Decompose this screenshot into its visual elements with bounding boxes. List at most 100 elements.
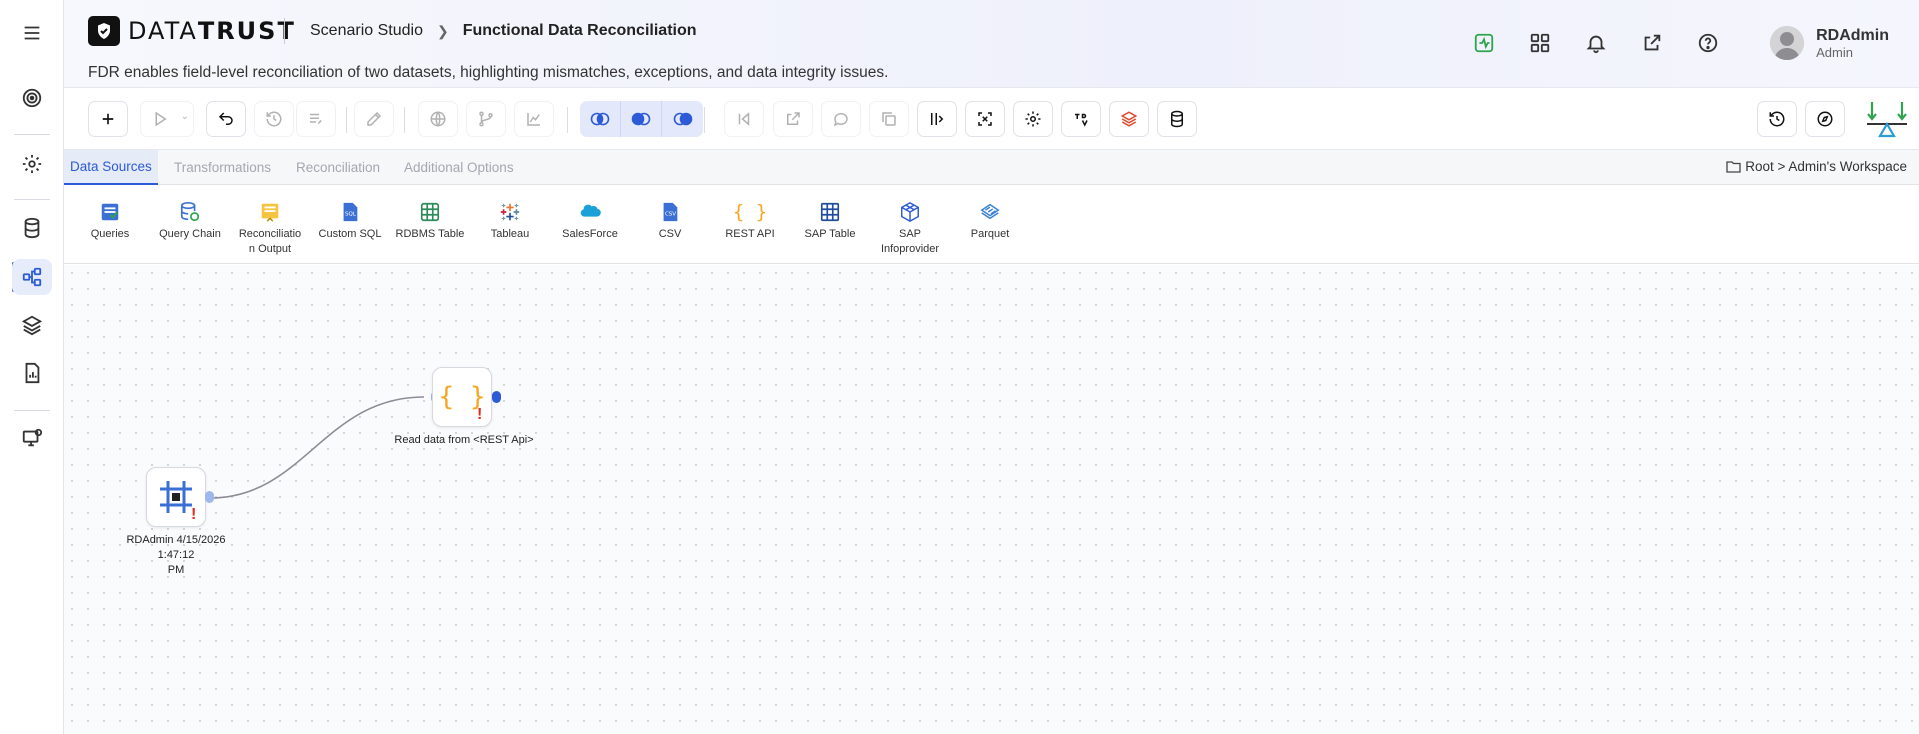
- source-custom-sql[interactable]: SQL Custom SQL: [310, 200, 390, 242]
- avatar: [1770, 26, 1805, 60]
- connector-edge: [209, 396, 425, 499]
- output-port[interactable]: [205, 491, 214, 503]
- folder-icon: [1726, 161, 1741, 173]
- tab-additional-options[interactable]: Additional Options: [398, 150, 520, 185]
- health-icon[interactable]: [1471, 30, 1497, 56]
- header-actions: [1471, 30, 1721, 56]
- tab-reconciliation[interactable]: Reconciliation: [290, 150, 386, 185]
- bell-icon[interactable]: [1583, 30, 1609, 56]
- node-label: RDAdmin 4/15/2026 1:47:12 PM: [126, 534, 226, 576]
- help-icon[interactable]: [1695, 30, 1721, 56]
- left-rail: [0, 0, 64, 734]
- workspace-breadcrumb[interactable]: Root > Admin's Workspace: [1726, 159, 1907, 174]
- rest-api-node[interactable]: { } !: [432, 367, 492, 427]
- report-icon[interactable]: [12, 355, 52, 391]
- source-sap-infoprovider[interactable]: SAP Infoprovider: [870, 200, 950, 257]
- workspace-path: Root > Admin's Workspace: [1745, 159, 1907, 174]
- salesforce-icon: [550, 200, 630, 224]
- format-button[interactable]: [1061, 101, 1101, 137]
- tableau-icon: [470, 200, 550, 224]
- sap-infoprovider-icon: [870, 200, 950, 224]
- source-tableau[interactable]: Tableau: [470, 200, 550, 242]
- queries-icon: [70, 200, 150, 224]
- warning-icon: !: [191, 506, 197, 523]
- history-button[interactable]: [254, 101, 294, 137]
- branch-button[interactable]: [466, 101, 506, 137]
- edit-button[interactable]: [354, 101, 394, 137]
- add-button[interactable]: [88, 101, 128, 137]
- source-rdbms-table[interactable]: RDBMS Table: [390, 200, 470, 242]
- node-label: Read data from <REST Api>: [394, 434, 534, 446]
- svg-text:SQL: SQL: [345, 212, 357, 218]
- shield-icon: [88, 16, 120, 46]
- brand-logo[interactable]: DATATRUST: [88, 16, 296, 46]
- list-edit-button[interactable]: [296, 101, 336, 137]
- layers-stack-button[interactable]: [1109, 101, 1149, 137]
- menu-icon[interactable]: [12, 15, 52, 51]
- balance-icon[interactable]: [1864, 98, 1910, 140]
- undo-button[interactable]: [206, 101, 246, 137]
- inner-join-icon[interactable]: [580, 101, 621, 137]
- brand-name: DATATRUST: [128, 17, 296, 45]
- split-button[interactable]: [917, 101, 957, 137]
- grid-node[interactable]: !: [146, 467, 206, 527]
- source-csv[interactable]: CSV CSV: [630, 200, 710, 242]
- source-sap-table[interactable]: SAP Table: [790, 200, 870, 242]
- restore-button[interactable]: [1757, 101, 1797, 137]
- sap-table-icon: [790, 200, 870, 224]
- source-salesforce[interactable]: SalesForce: [550, 200, 630, 242]
- skip-back-button[interactable]: [724, 101, 764, 137]
- copy-button[interactable]: [869, 101, 909, 137]
- export-button[interactable]: [773, 101, 813, 137]
- run-button[interactable]: ⌄: [140, 101, 194, 137]
- toolbar: ⌄: [64, 88, 1919, 150]
- tab-bar: Data Sources Transformations Reconciliat…: [64, 150, 1919, 185]
- right-join-icon[interactable]: [662, 101, 703, 137]
- chart-button[interactable]: [514, 101, 554, 137]
- target-icon[interactable]: [12, 80, 52, 116]
- grid-node-icon: [160, 481, 192, 513]
- breadcrumb-parent[interactable]: Scenario Studio: [310, 22, 423, 40]
- page-title: Functional Data Reconciliation: [462, 22, 697, 39]
- layers-icon[interactable]: [12, 307, 52, 343]
- scan-button[interactable]: [965, 101, 1005, 137]
- globe-button[interactable]: [418, 101, 458, 137]
- user-menu[interactable]: RDAdmin Admin: [1770, 26, 1889, 60]
- source-rest-api[interactable]: { } REST API: [710, 200, 790, 242]
- page-description: FDR enables field-level reconciliation o…: [88, 64, 889, 81]
- chevron-right-icon: ❯: [436, 22, 449, 39]
- workflow-icon[interactable]: [12, 259, 52, 295]
- rdbms-table-icon: [390, 200, 470, 224]
- external-link-icon[interactable]: [1639, 30, 1665, 56]
- compass-button[interactable]: [1805, 101, 1845, 137]
- database-icon[interactable]: [12, 210, 52, 246]
- warning-icon: !: [477, 406, 483, 423]
- parquet-icon: [950, 200, 1030, 224]
- user-name: RDAdmin: [1816, 26, 1889, 44]
- source-reconciliation-output[interactable]: Reconciliatio n Output: [230, 200, 310, 257]
- datastore-button[interactable]: [1157, 101, 1197, 137]
- join-type-group: [580, 101, 703, 137]
- output-port[interactable]: [492, 391, 501, 403]
- source-queries[interactable]: Queries: [70, 200, 150, 242]
- svg-text:CSV: CSV: [665, 212, 676, 218]
- csv-icon: CSV: [630, 200, 710, 224]
- comment-button[interactable]: [821, 101, 861, 137]
- workflow-canvas[interactable]: { } ! Read data from <REST Api> ! RDAdmi…: [64, 265, 1919, 734]
- header: DATATRUST Scenario Studio ❯ Functional D…: [64, 0, 1919, 88]
- left-join-icon[interactable]: [621, 101, 662, 137]
- source-query-chain[interactable]: Query Chain: [150, 200, 230, 242]
- apps-grid-icon[interactable]: [1527, 30, 1553, 56]
- tab-transformations[interactable]: Transformations: [168, 150, 277, 185]
- chevron-down-icon: ⌄: [180, 111, 189, 122]
- config-button[interactable]: [1013, 101, 1053, 137]
- monitor-settings-icon[interactable]: [12, 420, 52, 456]
- custom-sql-icon: SQL: [310, 200, 390, 224]
- source-parquet[interactable]: Parquet: [950, 200, 1030, 242]
- settings-icon[interactable]: [12, 146, 52, 182]
- query-chain-icon: [150, 200, 230, 224]
- user-role: Admin: [1816, 44, 1853, 60]
- breadcrumb: Scenario Studio ❯ Functional Data Reconc…: [310, 22, 697, 40]
- reconciliation-output-icon: [230, 200, 310, 224]
- tab-data-sources[interactable]: Data Sources: [64, 150, 158, 185]
